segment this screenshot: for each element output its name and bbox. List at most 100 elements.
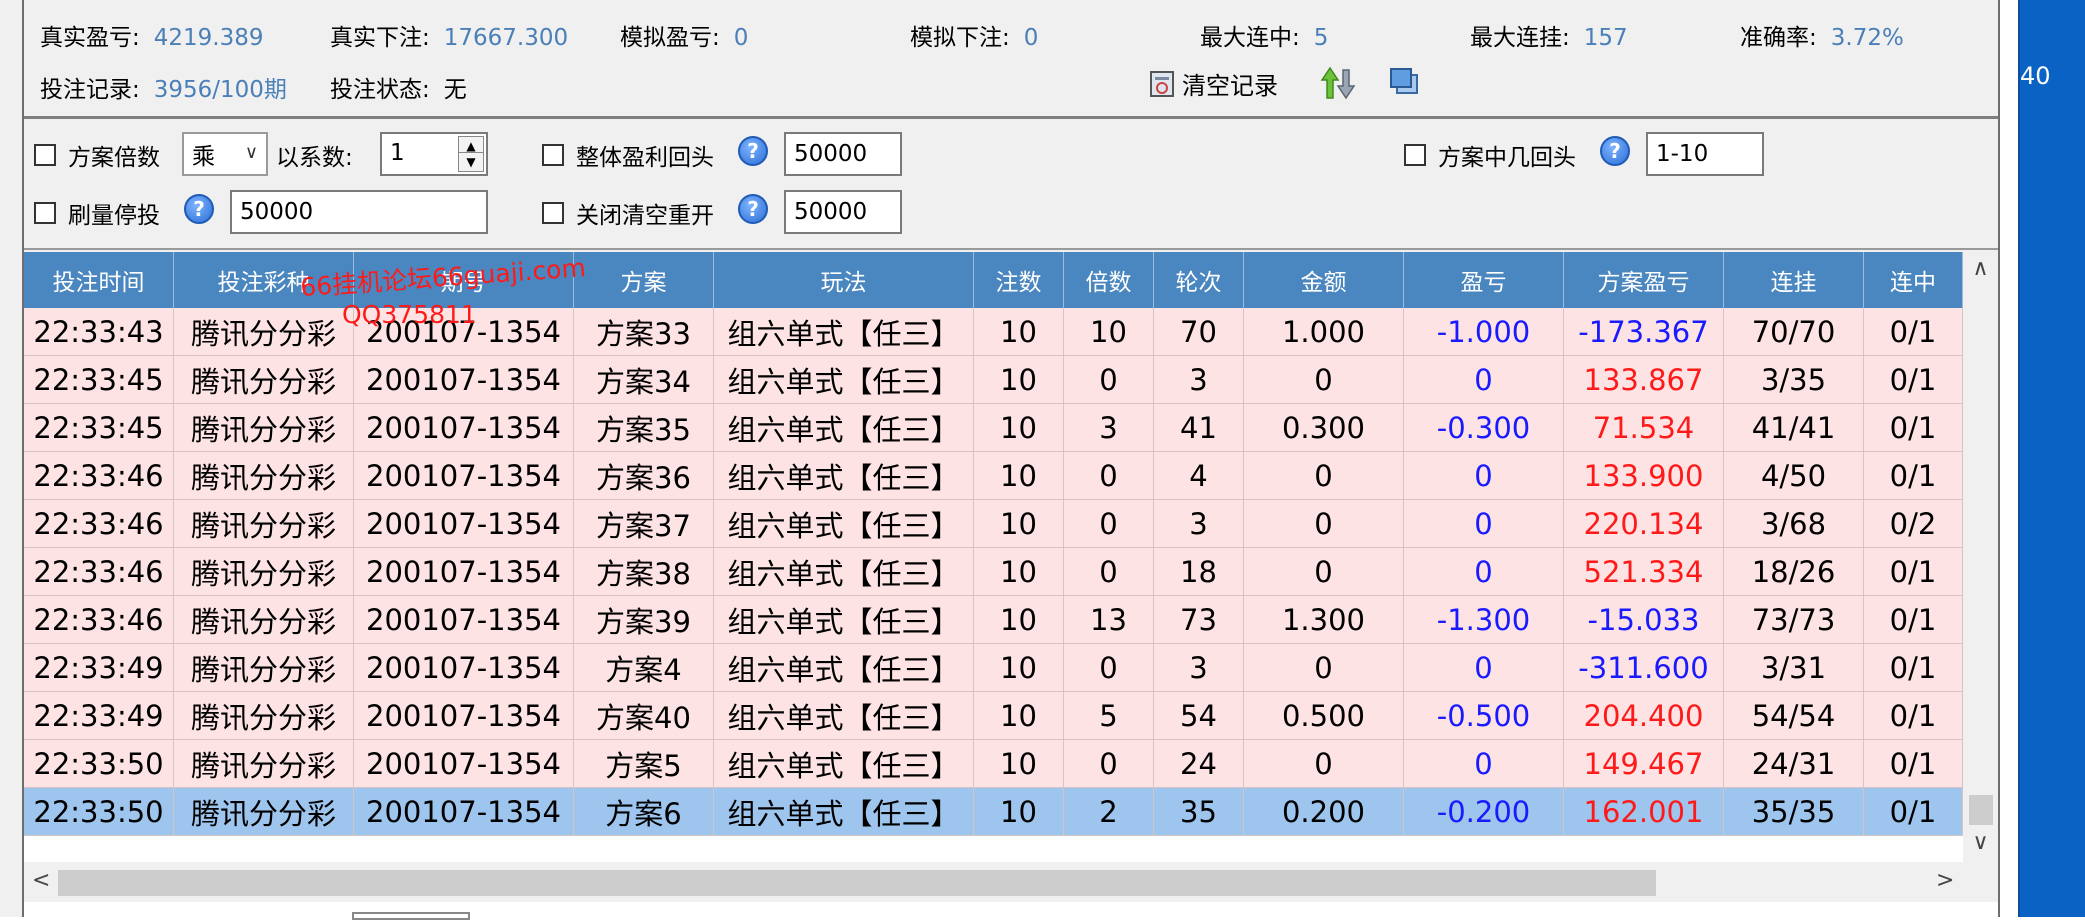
- column-header-time[interactable]: 投注时间: [24, 252, 174, 308]
- left-window-edge: [0, 0, 23, 917]
- cell-time: 22:33:49: [24, 692, 174, 739]
- cell-time: 22:33:45: [24, 404, 174, 451]
- options-panel: 方案倍数 乘 ∨ 以系数: 1 ▲ ▼ 整体盈利回头 ? 50000 方案中几回头…: [24, 120, 1998, 250]
- cell-win_streak: 0/1: [1864, 596, 1963, 643]
- table-row[interactable]: 22:33:45 腾讯分分彩 200107-1354 方案34 组六单式【任三】 10 0 3…: [24, 356, 1963, 404]
- cell-lottery: 腾讯分分彩: [174, 404, 354, 451]
- max-win-streak-stat: 最大连中: 5: [1200, 18, 1328, 52]
- cell-pl: -1.300: [1404, 596, 1564, 643]
- up-down-arrows-icon: [1320, 66, 1356, 100]
- volume-stop-input[interactable]: 50000: [230, 190, 488, 234]
- table-row[interactable]: 22:33:43 腾讯分分彩 200107-1354 方案33 组六单式【任三】 10 10…: [24, 308, 1963, 356]
- overall-profit-checkbox[interactable]: 整体盈利回头: [542, 138, 714, 172]
- cell-mult: 0: [1064, 452, 1154, 499]
- spinner-down-icon[interactable]: ▼: [458, 152, 484, 172]
- cell-win_streak: 0/1: [1864, 644, 1963, 691]
- plan-multiplier-label: 方案倍数: [68, 145, 160, 171]
- plan-hit-input[interactable]: 1-10: [1646, 132, 1764, 176]
- cell-loss_streak: 3/68: [1724, 500, 1864, 547]
- cell-play: 组六单式【任三】: [714, 308, 974, 355]
- sim-bet-value: 0: [1023, 25, 1039, 51]
- coefficient-spinner[interactable]: 1 ▲ ▼: [380, 132, 488, 176]
- vertical-scroll-thumb[interactable]: [1969, 795, 1993, 825]
- help-icon[interactable]: ?: [738, 194, 768, 224]
- cell-win_streak: 0/2: [1864, 500, 1963, 547]
- checkbox-box[interactable]: [34, 202, 56, 224]
- help-icon[interactable]: ?: [738, 136, 768, 166]
- help-icon[interactable]: ?: [1600, 136, 1630, 166]
- cell-plan: 方案35: [574, 404, 714, 451]
- bet-record-label: 投注记录:: [40, 77, 140, 103]
- sim-bet-label: 模拟下注:: [910, 25, 1010, 51]
- bottom-input-edge[interactable]: [352, 912, 470, 920]
- cell-amount: 1.000: [1244, 308, 1404, 355]
- plan-hit-label: 方案中几回头: [1438, 145, 1576, 171]
- table-row[interactable]: 22:33:49 腾讯分分彩 200107-1354 方案4 组六单式【任三】 10 0 3 0…: [24, 644, 1963, 692]
- column-header-plan[interactable]: 方案: [574, 252, 714, 308]
- cell-round: 54: [1154, 692, 1244, 739]
- scroll-left-icon[interactable]: <: [32, 868, 50, 893]
- cell-issue: 200107-1354: [354, 500, 574, 547]
- bet-record-value: 3956/100期: [153, 77, 287, 103]
- cell-round: 3: [1154, 644, 1244, 691]
- column-header-pl[interactable]: 盈亏: [1404, 252, 1564, 308]
- cell-pl: -1.000: [1404, 308, 1564, 355]
- column-header-loss_streak[interactable]: 连挂: [1724, 252, 1864, 308]
- cell-issue: 200107-1354: [354, 596, 574, 643]
- cell-play: 组六单式【任三】: [714, 788, 974, 835]
- scroll-up-icon[interactable]: ∧: [1963, 256, 1998, 286]
- table-row[interactable]: 22:33:50 腾讯分分彩 200107-1354 方案5 组六单式【任三】 10 0 24…: [24, 740, 1963, 788]
- overall-profit-input[interactable]: 50000: [784, 132, 902, 176]
- horizontal-scrollbar[interactable]: < >: [24, 862, 1998, 902]
- column-header-play[interactable]: 玩法: [714, 252, 974, 308]
- sort-button[interactable]: [1320, 66, 1356, 100]
- horizontal-scroll-thumb[interactable]: [58, 870, 1656, 896]
- checkbox-box[interactable]: [1404, 144, 1426, 166]
- plan-hit-checkbox[interactable]: 方案中几回头: [1404, 138, 1576, 172]
- plan-multiplier-checkbox[interactable]: 方案倍数: [34, 138, 160, 172]
- checkbox-box[interactable]: [542, 144, 564, 166]
- checkbox-box[interactable]: [34, 144, 56, 166]
- cell-issue: 200107-1354: [354, 788, 574, 835]
- close-clear-checkbox[interactable]: 关闭清空重开: [542, 196, 714, 230]
- clear-records-button[interactable]: 清空记录: [1148, 66, 1278, 101]
- column-header-mult[interactable]: 倍数: [1064, 252, 1154, 308]
- cell-plan: 方案33: [574, 308, 714, 355]
- table-row[interactable]: 22:33:46 腾讯分分彩 200107-1354 方案39 组六单式【任三】 10 13…: [24, 596, 1963, 644]
- column-header-notes[interactable]: 注数: [974, 252, 1064, 308]
- table-row[interactable]: 22:33:46 腾讯分分彩 200107-1354 方案38 组六单式【任三】 10 0 1…: [24, 548, 1963, 596]
- clear-record-icon: [1150, 70, 1174, 97]
- volume-stop-checkbox[interactable]: 刷量停投: [34, 196, 160, 230]
- operator-select[interactable]: 乘 ∨: [182, 132, 268, 176]
- cell-pl: 0: [1404, 452, 1564, 499]
- help-icon[interactable]: ?: [184, 194, 214, 224]
- cell-play: 组六单式【任三】: [714, 596, 974, 643]
- cell-plan: 方案34: [574, 356, 714, 403]
- cell-time: 22:33:49: [24, 644, 174, 691]
- cell-loss_streak: 18/26: [1724, 548, 1864, 595]
- close-clear-input[interactable]: 50000: [784, 190, 902, 234]
- cell-issue: 200107-1354: [354, 740, 574, 787]
- column-header-win_streak[interactable]: 连中: [1864, 252, 1963, 308]
- vertical-scrollbar[interactable]: ∧ ∨: [1963, 252, 1998, 862]
- table-row[interactable]: 22:33:46 腾讯分分彩 200107-1354 方案36 组六单式【任三】 10 0 4…: [24, 452, 1963, 500]
- table-row[interactable]: 22:33:49 腾讯分分彩 200107-1354 方案40 组六单式【任三】 10 5 5…: [24, 692, 1963, 740]
- cell-time: 22:33:46: [24, 548, 174, 595]
- cell-notes: 10: [974, 692, 1064, 739]
- real-bet-stat: 真实下注: 17667.300: [330, 18, 568, 52]
- cell-issue: 200107-1354: [354, 404, 574, 451]
- checkbox-box[interactable]: [542, 202, 564, 224]
- cell-round: 3: [1154, 356, 1244, 403]
- column-header-amount[interactable]: 金额: [1244, 252, 1404, 308]
- table-row[interactable]: 22:33:45 腾讯分分彩 200107-1354 方案35 组六单式【任三】 10 3 4…: [24, 404, 1963, 452]
- column-header-plan_pl[interactable]: 方案盈亏: [1564, 252, 1724, 308]
- scroll-down-icon[interactable]: ∨: [1963, 830, 1998, 860]
- scroll-right-icon[interactable]: >: [1936, 868, 1954, 893]
- column-header-round[interactable]: 轮次: [1154, 252, 1244, 308]
- table-row[interactable]: 22:33:46 腾讯分分彩 200107-1354 方案37 组六单式【任三】 10 0 3…: [24, 500, 1963, 548]
- cell-notes: 10: [974, 356, 1064, 403]
- table-row[interactable]: 22:33:50 腾讯分分彩 200107-1354 方案6 组六单式【任三】 10 2 35…: [24, 788, 1963, 836]
- cell-plan_pl: -311.600: [1564, 644, 1724, 691]
- cell-plan_pl: 133.900: [1564, 452, 1724, 499]
- window-copy-button[interactable]: [1388, 66, 1420, 98]
